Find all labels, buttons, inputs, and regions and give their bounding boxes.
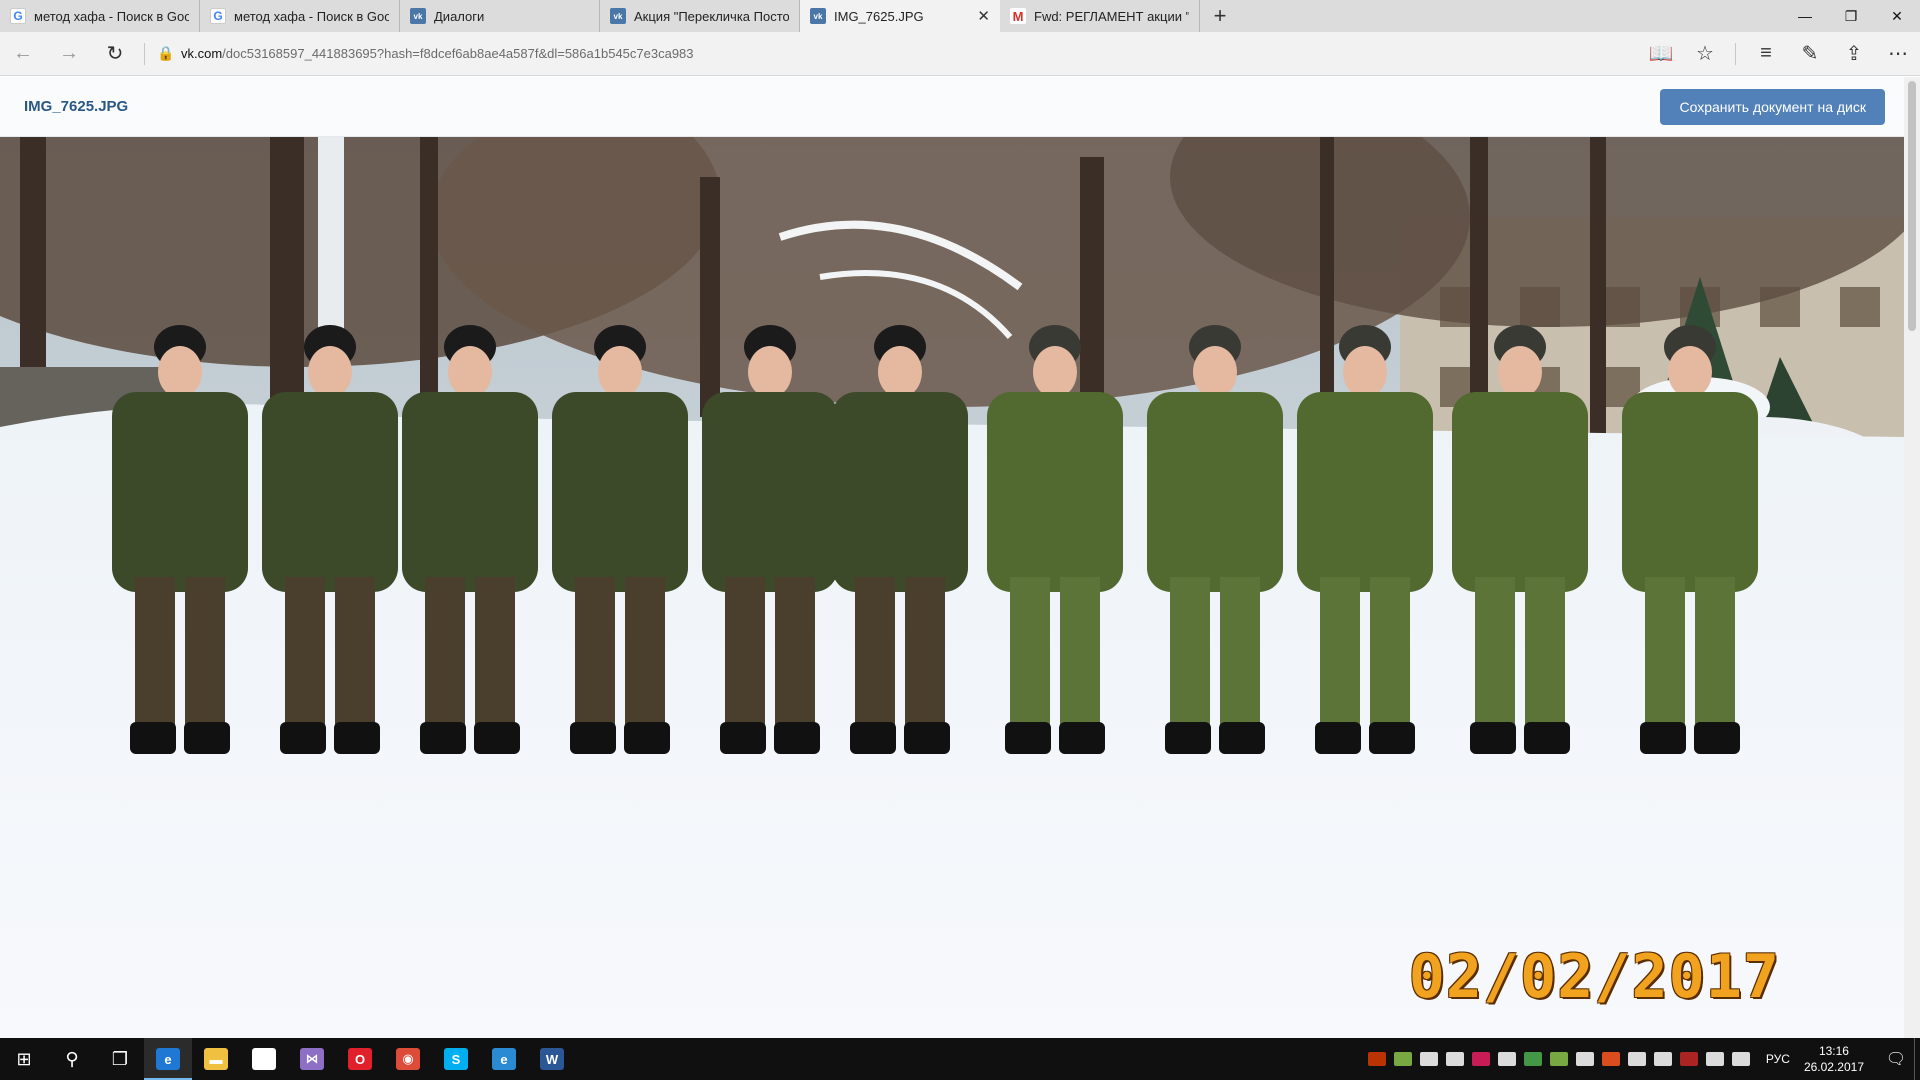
tray-app-icon[interactable] — [1653, 1052, 1672, 1066]
store-icon: 🛍 — [252, 1048, 276, 1070]
browser-toolbar: 📖 ☆ ≡ ✎ ⇪ ⋯ — [1639, 32, 1920, 76]
tab-strip: Gметод хафа - Поиск в Goog Gметод хафа - … — [0, 0, 1920, 32]
navigation-bar: ← → ↻ 🔒 vk.com/doc53168597_441883695?has… — [0, 32, 1920, 76]
opera-icon: O — [348, 1048, 372, 1070]
google-icon: G — [210, 8, 226, 24]
clock-time: 13:16 — [1818, 1044, 1849, 1058]
tray-app-icon[interactable] — [1679, 1052, 1698, 1066]
document-title: IMG_7625.JPG — [24, 98, 129, 115]
hub-icon[interactable]: ≡ — [1744, 32, 1788, 76]
save-to-disk-button[interactable]: Сохранить документ на диск — [1660, 88, 1885, 125]
tab-title: метод хафа - Поиск в Goog — [234, 8, 389, 24]
tab-title: Акция "Перекличка Посто — [634, 8, 789, 24]
taskbar-app[interactable]: e — [144, 1038, 192, 1080]
google-icon: G — [10, 8, 26, 24]
taskbar-app[interactable]: ◉ — [384, 1038, 432, 1080]
word-icon: W — [540, 1048, 564, 1070]
action-center-icon[interactable]: 🗨 — [1878, 1049, 1914, 1069]
tab-list: Gметод хафа - Поиск в Goog Gметод хафа - … — [0, 0, 1200, 32]
tray-app-icon[interactable] — [1393, 1052, 1412, 1066]
browser-tab[interactable]: M Fwd: РЕГЛАМЕНТ акции "П — [1000, 0, 1200, 32]
tray-icons — [1364, 1052, 1754, 1066]
reading-view-icon[interactable]: 📖 — [1639, 32, 1683, 76]
task-view-icon[interactable]: ❐ — [96, 1038, 144, 1080]
forward-button[interactable]: → — [46, 32, 92, 76]
photo-date-stamp: 02/02/2017 — [1408, 942, 1780, 1012]
new-tab-button[interactable]: + — [1200, 0, 1240, 32]
lock-icon[interactable]: 🔒 — [151, 45, 181, 62]
visual-studio-icon: ⋈ — [300, 1048, 324, 1070]
page-scrollbar[interactable] — [1904, 77, 1920, 1038]
pinned-apps: e ▬ 🛍 ⋈ O ◉ Se W — [144, 1038, 576, 1080]
tab-title: IMG_7625.JPG — [834, 8, 924, 24]
internet-explorer-icon: e — [492, 1048, 516, 1070]
tab-title: Fwd: РЕГЛАМЕНТ акции "П — [1034, 8, 1189, 24]
minimize-button[interactable]: — — [1782, 0, 1828, 32]
more-icon[interactable]: ⋯ — [1876, 32, 1920, 76]
favorite-star-icon[interactable]: ☆ — [1683, 32, 1727, 76]
address-field[interactable]: vk.com/doc53168597_441883695?hash=f8dcef… — [181, 46, 694, 61]
close-tab-icon[interactable]: ✕ — [977, 7, 990, 25]
edge-icon: e — [156, 1048, 180, 1070]
taskbar-app[interactable]: W — [528, 1038, 576, 1080]
web-note-icon[interactable]: ✎ — [1788, 32, 1832, 76]
tray-app-icon[interactable] — [1523, 1052, 1542, 1066]
tab-title: Диалоги — [434, 8, 485, 24]
taskbar-app[interactable]: S — [432, 1038, 480, 1080]
taskbar-app[interactable]: 🛍 — [240, 1038, 288, 1080]
document-header: IMG_7625.JPG Сохранить документ на диск — [0, 77, 1904, 137]
refresh-button[interactable]: ↻ — [92, 32, 138, 76]
tray-app-icon[interactable] — [1549, 1052, 1568, 1066]
share-icon[interactable]: ⇪ — [1832, 32, 1876, 76]
taskbar-app[interactable]: e — [480, 1038, 528, 1080]
winter-photo — [0, 137, 1904, 1038]
browser-tab[interactable]: vk Диалоги — [400, 0, 600, 32]
tray-app-icon[interactable] — [1575, 1052, 1594, 1066]
window-controls: — ❐ ✕ — [1782, 0, 1920, 32]
taskbar-app[interactable]: ▬ — [192, 1038, 240, 1080]
vk-icon: vk — [410, 8, 426, 24]
document-image: 02/02/2017 — [0, 137, 1904, 1038]
tray-app-icon[interactable] — [1601, 1052, 1620, 1066]
taskbar: ⊞ ⚲ ❐ e ▬ 🛍 ⋈ O ◉ Se W РУС 13:16 26.02.2017 🗨 — [0, 1038, 1920, 1080]
browser-tab[interactable]: vk Акция "Перекличка Посто — [600, 0, 800, 32]
gmail-icon: M — [1010, 8, 1026, 24]
tab-title: метод хафа - Поиск в Goog — [34, 8, 189, 24]
divider — [1735, 42, 1736, 65]
url-host: vk.com — [181, 46, 223, 61]
tray-app-icon[interactable] — [1627, 1052, 1646, 1066]
close-window-button[interactable]: ✕ — [1874, 0, 1920, 32]
browser-tab[interactable]: Gметод хафа - Поиск в Goog — [200, 0, 400, 32]
start-button[interactable]: ⊞ — [0, 1038, 48, 1080]
scrollbar-thumb[interactable] — [1908, 81, 1916, 331]
system-tray: РУС 13:16 26.02.2017 🗨 — [1364, 1038, 1920, 1080]
tray-app-icon[interactable] — [1445, 1052, 1464, 1066]
file-explorer-icon: ▬ — [204, 1048, 228, 1070]
taskbar-app[interactable]: O — [336, 1038, 384, 1080]
tray-app-icon[interactable] — [1705, 1052, 1724, 1066]
url-path: /doc53168597_441883695?hash=f8dcef6ab8ae… — [222, 46, 694, 61]
skype-icon: S — [444, 1048, 468, 1070]
clock-date: 26.02.2017 — [1803, 1060, 1864, 1074]
divider — [144, 42, 145, 65]
tray-app-icon[interactable] — [1497, 1052, 1516, 1066]
chrome-icon: ◉ — [396, 1048, 420, 1070]
search-icon[interactable]: ⚲ — [48, 1038, 96, 1080]
tray-app-icon[interactable] — [1731, 1052, 1750, 1066]
tray-app-icon[interactable] — [1471, 1052, 1490, 1066]
back-button[interactable]: ← — [0, 32, 46, 76]
restore-button[interactable]: ❐ — [1828, 0, 1874, 32]
browser-tab[interactable]: Gметод хафа - Поиск в Goog — [0, 0, 200, 32]
clock[interactable]: 13:16 26.02.2017 — [1804, 1043, 1864, 1075]
vk-icon: vk — [610, 8, 626, 24]
tray-app-icon[interactable] — [1419, 1052, 1438, 1066]
language-indicator[interactable]: РУС — [1766, 1052, 1790, 1066]
tray-app-icon[interactable] — [1367, 1052, 1386, 1066]
show-desktop-button[interactable] — [1914, 1038, 1920, 1080]
browser-tab[interactable]: vk IMG_7625.JPG ✕ — [800, 0, 1000, 32]
vk-icon: vk — [810, 8, 826, 24]
taskbar-app[interactable]: ⋈ — [288, 1038, 336, 1080]
